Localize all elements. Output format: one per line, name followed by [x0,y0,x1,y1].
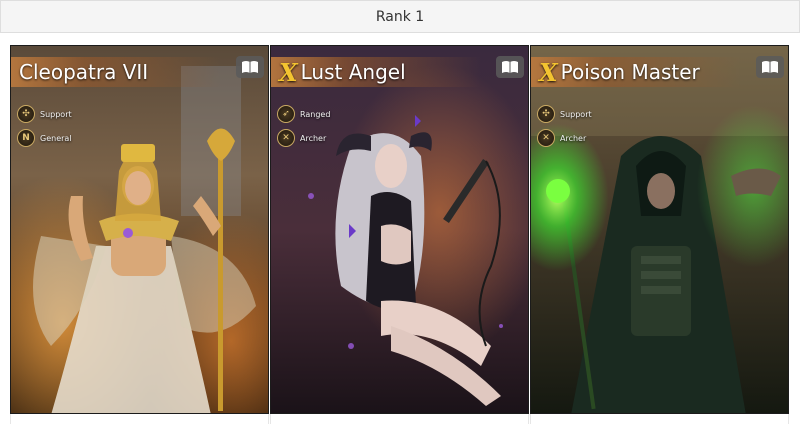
hero-class-tag: ✕ Archer [537,128,586,148]
tag-label: Ranged [300,109,331,119]
tier-mark: X [279,57,298,87]
hero-name: Poison Master [560,60,700,84]
book-icon [762,61,778,73]
hero-card-cleopatra[interactable]: Cleopatra VII ✣ Support N General [10,45,269,414]
hero-guide-button[interactable] [496,56,524,78]
hero-name: Lust Angel [300,60,406,84]
tag-label: General [40,133,72,143]
hero-portrait-cleopatra [11,46,268,413]
tag-label: Archer [560,133,587,143]
ranged-icon: ➶ [277,105,295,123]
book-icon [242,61,258,73]
hero-portrait-poison-master [531,46,788,413]
hero-role-tag: ✣ Support [17,104,72,124]
hero-card-grid: Cleopatra VII ✣ Support N General X Lust… [10,45,790,424]
support-icon: ✣ [537,105,555,123]
hero-guide-button[interactable] [756,56,784,78]
hero-name-banner: X Poison Master [531,57,741,87]
hero-role-tag: ➶ Ranged [277,104,330,124]
tag-label: Support [40,109,72,119]
rank-title: Rank 1 [375,8,425,25]
archer-icon: ✕ [277,129,295,147]
tag-label: Support [560,109,592,119]
book-icon [502,61,518,73]
archer-icon: ✕ [537,129,555,147]
hero-name-banner: Cleopatra VII [11,57,221,87]
rank-header: Rank 1 [0,0,800,33]
card-footer [530,414,789,424]
hero-card-poison-master[interactable]: X Poison Master ✣ Support ✕ Archer [530,45,789,414]
support-icon: ✣ [17,105,35,123]
hero-name: Cleopatra VII [19,60,149,84]
tag-label: Archer [300,133,327,143]
card-footer [270,414,529,424]
hero-class-tag: N General [17,128,72,148]
card-footer [10,414,269,424]
hero-guide-button[interactable] [236,56,264,78]
hero-class-tag: ✕ Archer [277,128,326,148]
tier-mark: X [539,57,558,87]
hero-portrait-lust-angel [271,46,528,413]
hero-card-lust-angel[interactable]: X Lust Angel ➶ Ranged ✕ Archer [270,45,529,414]
hero-name-banner: X Lust Angel [271,57,481,87]
general-icon: N [17,129,35,147]
hero-role-tag: ✣ Support [537,104,592,124]
